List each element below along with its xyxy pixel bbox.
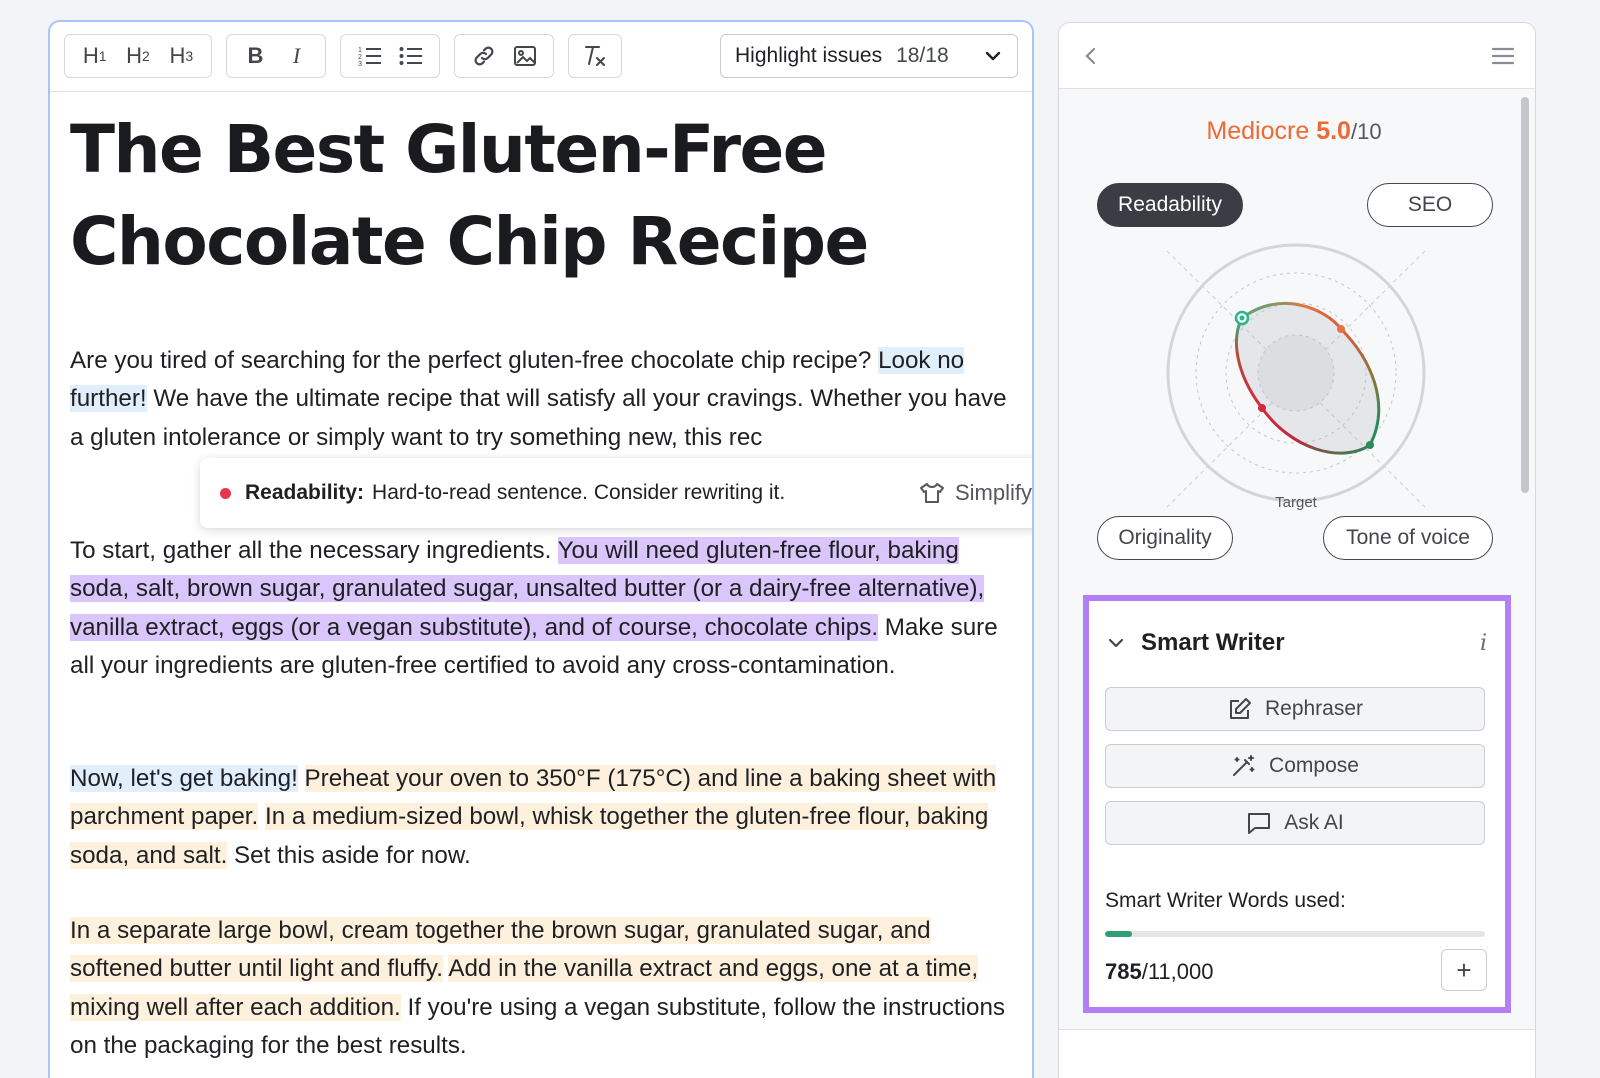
svg-text:3: 3 <box>358 61 362 67</box>
compose-button[interactable]: Compose <box>1105 744 1485 788</box>
overall-score: Mediocre 5.0/10 <box>1059 117 1529 146</box>
score-value: 5.0 <box>1316 117 1351 145</box>
heading-3-level: 3 <box>185 48 194 64</box>
add-words-button[interactable]: + <box>1441 949 1487 991</box>
words-total-value: /11,000 <box>1141 959 1214 984</box>
simplify-button[interactable]: Simplify <box>919 480 1032 506</box>
chat-bubble-icon <box>1248 813 1271 834</box>
heading-2-button[interactable]: H2 <box>116 35 159 77</box>
heading-group: H1 H2 H3 <box>64 34 212 78</box>
radar-point-seo <box>1337 325 1345 333</box>
score-max: /10 <box>1350 119 1382 144</box>
text-segment: Set this aside for now. <box>227 841 471 869</box>
smart-writer-card: Smart Writer i Rephraser Compose Ask AI … <box>1083 595 1511 1013</box>
paragraph-3[interactable]: Now, let's get baking! Preheat your oven… <box>70 760 1020 875</box>
document-title[interactable]: The Best Gluten-Free Chocolate Chip Reci… <box>70 104 1020 288</box>
magic-shirt-icon <box>919 483 944 503</box>
paragraph-2[interactable]: To start, gather all the necessary ingre… <box>70 532 1020 686</box>
tab-readability[interactable]: Readability <box>1097 183 1243 227</box>
document-body[interactable]: The Best Gluten-Free Chocolate Chip Reci… <box>70 104 1020 1059</box>
assistant-panel: Mediocre 5.0/10 Readability SEO Original… <box>1058 22 1536 1078</box>
insert-group <box>454 34 554 78</box>
format-group: B I <box>226 34 326 78</box>
heading-1-letter: H <box>82 43 99 68</box>
link-button[interactable] <box>463 35 504 77</box>
ordered-list-button[interactable]: 123 <box>349 35 390 77</box>
words-used-progress-fill <box>1105 931 1133 937</box>
magic-wand-icon <box>1233 755 1255 776</box>
text-segment: We have the ultimate recipe that will sa… <box>70 385 1007 451</box>
clear-format-icon <box>585 46 605 66</box>
ask-ai-label: Ask AI <box>1284 811 1344 834</box>
score-word: Mediocre <box>1206 117 1310 145</box>
heading-2-level: 2 <box>142 48 150 64</box>
text-segment: Are you tired of searching for the perfe… <box>70 347 879 374</box>
paragraph-4[interactable]: In a separate large bowl, cream together… <box>70 912 1020 1066</box>
svg-text:2: 2 <box>358 54 362 61</box>
bullet-list-button[interactable] <box>390 35 431 77</box>
issue-message: Hard-to-read sentence. Consider rewritin… <box>372 481 786 504</box>
rephraser-button[interactable]: Rephraser <box>1105 687 1485 731</box>
editor: H1 H2 H3 B I 123 Highlight issues 18/18 … <box>48 20 1034 1078</box>
words-used-label: Smart Writer Words used: <box>1105 889 1346 912</box>
info-icon[interactable]: i <box>1480 631 1487 656</box>
text-segment: To start, gather all the necessary ingre… <box>70 537 558 564</box>
simplify-label: Simplify <box>954 480 1032 505</box>
highlighted-issue-blue[interactable]: Now, let's get baking! <box>70 765 298 792</box>
smart-writer-title: Smart Writer <box>1141 629 1285 656</box>
tab-originality[interactable]: Originality <box>1097 516 1233 560</box>
heading-2-letter: H <box>126 43 143 68</box>
heading-1-level: 1 <box>98 48 107 64</box>
issue-severity-dot <box>220 487 231 499</box>
ordered-list-icon: 123 <box>358 47 381 67</box>
issue-tooltip: Readability: Hard-to-read sentence. Cons… <box>200 458 1032 528</box>
smart-writer-header[interactable]: Smart Writer <box>1107 629 1285 657</box>
chevron-down-icon <box>985 51 1001 61</box>
issue-category: Readability: <box>245 481 365 504</box>
clear-format-group <box>568 34 622 78</box>
highlight-issues-label: Highlight issues <box>735 44 883 67</box>
editor-toolbar: H1 H2 H3 B I 123 Highlight issues 18/18 <box>50 22 1032 92</box>
panel-next-section <box>1059 1029 1535 1078</box>
highlight-issues-count: 18/18 <box>896 44 949 67</box>
image-icon <box>513 46 536 66</box>
image-button[interactable] <box>504 35 545 77</box>
ask-ai-button[interactable]: Ask AI <box>1105 801 1485 845</box>
list-group: 123 <box>340 34 440 78</box>
heading-1-button[interactable]: H1 <box>73 35 116 77</box>
text-segment <box>258 803 265 830</box>
compose-label: Compose <box>1269 754 1359 777</box>
score-radar-chart: Target <box>1166 243 1426 511</box>
paragraph-1[interactable]: Are you tired of searching for the perfe… <box>70 342 1020 457</box>
chevron-left-icon[interactable] <box>1081 45 1101 67</box>
heading-3-button[interactable]: H3 <box>160 35 203 77</box>
menu-icon[interactable] <box>1491 45 1515 67</box>
text-segment <box>298 765 305 792</box>
bullet-list-icon <box>399 47 422 65</box>
chevron-down-icon[interactable] <box>1107 636 1125 650</box>
words-used-count: 785/11,000 <box>1105 959 1214 985</box>
radar-point-originality <box>1258 404 1266 412</box>
italic-button[interactable]: I <box>276 35 317 77</box>
bold-button[interactable]: B <box>235 35 276 77</box>
tab-tone-of-voice[interactable]: Tone of voice <box>1323 516 1493 560</box>
panel-scrollbar[interactable] <box>1521 97 1529 493</box>
rephraser-label: Rephraser <box>1264 697 1364 720</box>
panel-header <box>1059 23 1535 89</box>
radar-point-tone <box>1366 441 1374 449</box>
highlight-issues-select[interactable]: Highlight issues 18/18 <box>720 34 1018 78</box>
words-used-value: 785 <box>1105 959 1142 984</box>
radar-target-label: Target <box>1275 494 1318 511</box>
words-used-progress <box>1105 931 1485 937</box>
clear-format-button[interactable] <box>572 35 618 77</box>
svg-text:1: 1 <box>358 47 362 54</box>
heading-3-letter: H <box>169 43 186 68</box>
edit-icon <box>1229 698 1251 719</box>
link-icon <box>474 46 493 66</box>
tab-seo[interactable]: SEO <box>1367 183 1493 227</box>
